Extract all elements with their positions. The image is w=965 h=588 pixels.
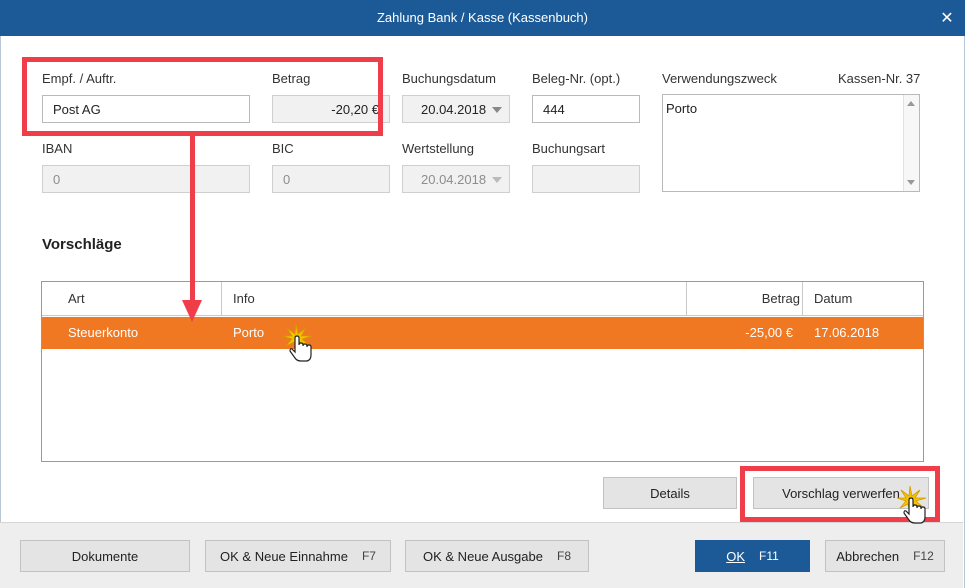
ok-new-expense-label: OK & Neue Ausgabe [423,548,543,564]
table-header: Art Info Betrag Datum [42,282,923,316]
row-info: Porto [233,325,265,340]
click-cursor-icon [282,323,313,362]
scroll-down-icon[interactable] [907,180,915,185]
table-row[interactable]: Steuerkonto Porto -25,00 € 17.06.2018 [42,317,923,349]
purpose-scrollbar[interactable] [903,95,919,191]
booking-date-label: Buchungsdatum [402,71,496,86]
title-bar: Zahlung Bank / Kasse (Kassenbuch) ✕ [0,0,965,36]
booking-date-value: 20.04.2018 [421,102,487,117]
column-header-datum[interactable]: Datum [803,282,923,316]
ok-new-income-button[interactable]: OK & Neue Einnahme F7 [205,540,391,572]
row-betrag: -25,00 € [745,325,793,340]
ok-shortcut: F11 [759,549,779,563]
iban-label: IBAN [42,141,73,156]
annotation-arrow-head [182,300,202,322]
cash-number-label: Kassen-Nr. 37 [838,71,921,86]
iban-input: 0 [42,165,250,193]
receipt-no-input[interactable]: 444 [532,95,640,123]
scroll-up-icon[interactable] [907,101,915,106]
bic-input: 0 [272,165,390,193]
ok-new-income-label: OK & Neue Einnahme [220,548,348,564]
receipt-no-label: Beleg-Nr. (opt.) [532,71,621,86]
ok-new-expense-shortcut: F8 [556,549,571,563]
booking-type-label: Buchungsart [532,141,605,156]
column-header-betrag[interactable]: Betrag [687,282,803,316]
value-date-label: Wertstellung [402,141,475,156]
row-art: Steuerkonto [68,325,139,340]
suggestions-table: Art Info Betrag Datum Steuerkonto Porto … [41,281,924,462]
booking-type-input [532,165,640,193]
purpose-value: Porto [666,101,698,116]
click-cursor-icon [896,485,927,524]
purpose-textarea[interactable]: Porto [662,94,920,192]
highlight-frame-recipient-amount [22,57,383,136]
window-title: Zahlung Bank / Kasse (Kassenbuch) [376,10,588,25]
cancel-button[interactable]: Abbrechen F12 [825,540,945,572]
details-button[interactable]: Details [603,477,737,509]
close-icon[interactable]: ✕ [929,0,965,36]
chevron-down-icon [492,177,502,183]
value-date-value: 20.04.2018 [421,172,487,187]
chevron-down-icon [492,107,502,113]
ok-button[interactable]: OK F11 [695,540,810,572]
purpose-label: Verwendungszweck [662,71,777,86]
documents-button[interactable]: Dokumente [20,540,190,572]
cancel-label: Abbrechen [836,548,900,564]
bic-label: BIC [272,141,294,156]
booking-date-picker[interactable]: 20.04.2018 [402,95,510,123]
cancel-shortcut: F12 [913,549,934,563]
ok-new-expense-button[interactable]: OK & Neue Ausgabe F8 [405,540,589,572]
ok-new-income-shortcut: F7 [361,549,376,563]
column-header-info[interactable]: Info [222,282,687,316]
suggestions-title: Vorschläge [42,236,122,253]
ok-label: OK [726,548,745,564]
row-datum: 17.06.2018 [814,325,880,340]
value-date-picker: 20.04.2018 [402,165,510,193]
annotation-arrow-line [190,132,195,302]
